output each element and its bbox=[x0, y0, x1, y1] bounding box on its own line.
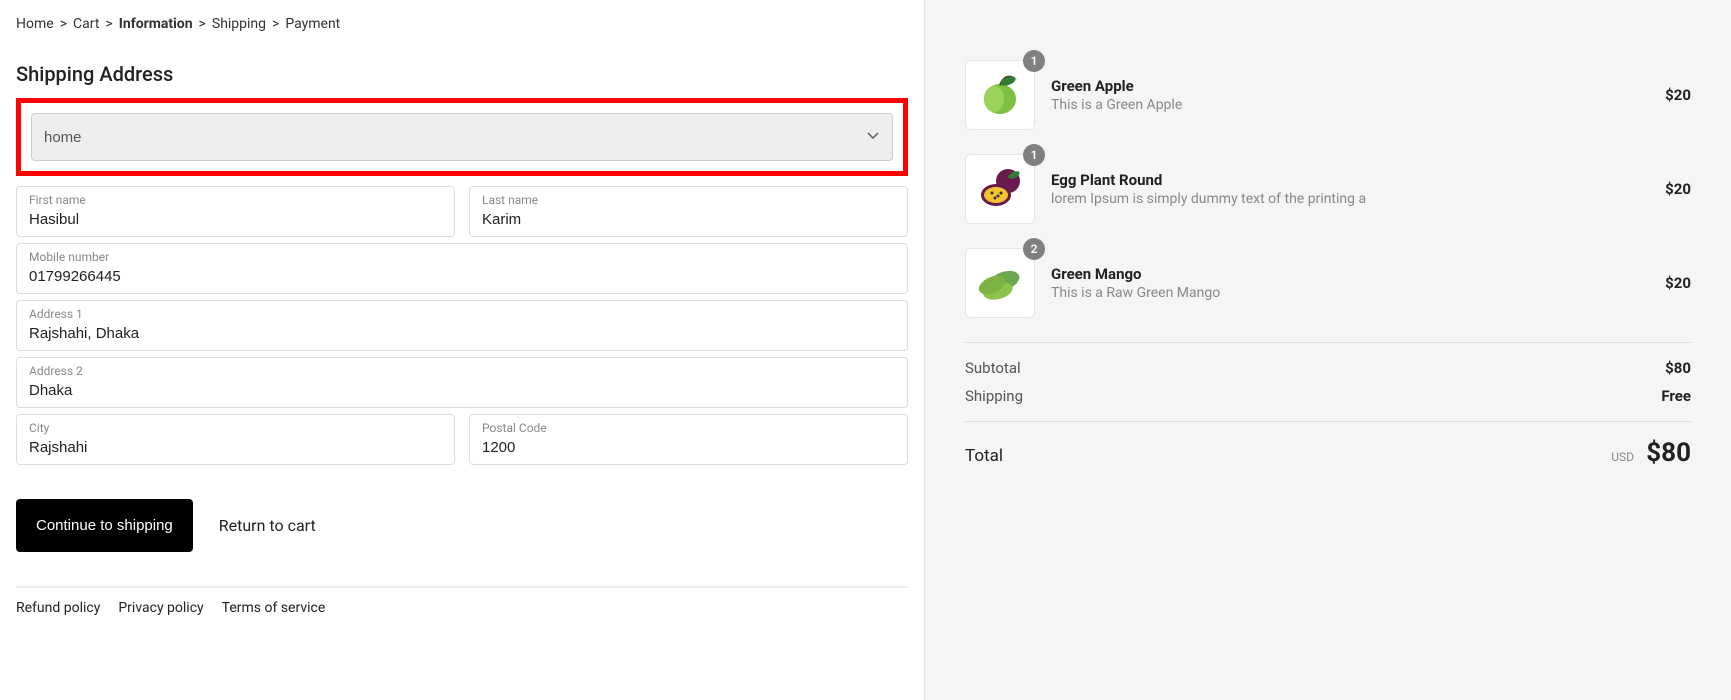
postal-field-wrap: Postal Code bbox=[469, 414, 908, 465]
last-name-field-wrap: Last name bbox=[469, 186, 908, 237]
shipping-value: Free bbox=[1661, 387, 1691, 405]
breadcrumb-separator: > bbox=[105, 16, 112, 32]
breadcrumb-separator: > bbox=[199, 16, 206, 32]
cart-item-price: $20 bbox=[1665, 274, 1691, 292]
cart-item: 2 Green Mango This is a Raw Green Mango$20 bbox=[965, 248, 1691, 318]
summary-divider bbox=[965, 342, 1691, 343]
address1-label: Address 1 bbox=[29, 307, 895, 321]
address2-field-wrap: Address 2 bbox=[16, 357, 908, 408]
first-name-label: First name bbox=[29, 193, 442, 207]
quantity-badge: 2 bbox=[1023, 238, 1045, 260]
subtotal-row: Subtotal $80 bbox=[965, 359, 1691, 377]
cart-item-title: Green Mango bbox=[1051, 265, 1665, 283]
quantity-badge: 1 bbox=[1023, 144, 1045, 166]
summary-divider-2 bbox=[965, 421, 1691, 422]
cart-item-title: Green Apple bbox=[1051, 77, 1665, 95]
first-name-field-wrap: First name bbox=[16, 186, 455, 237]
mobile-input[interactable] bbox=[29, 268, 895, 285]
return-to-cart-link[interactable]: Return to cart bbox=[219, 516, 316, 535]
saved-address-select[interactable]: home bbox=[31, 113, 893, 161]
mobile-field-wrap: Mobile number bbox=[16, 243, 908, 294]
breadcrumb: Home > Cart > Information > Shipping > Payment bbox=[16, 16, 908, 32]
breadcrumb-item-cart[interactable]: Cart bbox=[73, 16, 99, 32]
footer-link-terms-of-service[interactable]: Terms of service bbox=[222, 600, 326, 616]
first-name-input[interactable] bbox=[29, 211, 442, 228]
breadcrumb-item-information[interactable]: Information bbox=[119, 16, 193, 32]
subtotal-value: $80 bbox=[1665, 359, 1691, 377]
total-row: Total USD $80 bbox=[965, 438, 1691, 468]
product-image-icon bbox=[965, 154, 1035, 224]
product-image-icon bbox=[965, 60, 1035, 130]
cart-item-price: $20 bbox=[1665, 86, 1691, 104]
cart-item-info: Green Apple This is a Green Apple bbox=[1051, 77, 1665, 113]
product-image-icon bbox=[965, 248, 1035, 318]
page-title: Shipping Address bbox=[16, 62, 908, 86]
cart-item: 1 Green Apple This is a Green Apple$20 bbox=[965, 60, 1691, 130]
breadcrumb-item-payment[interactable]: Payment bbox=[285, 16, 340, 32]
quantity-badge: 1 bbox=[1023, 50, 1045, 72]
cart-item-info: Egg Plant Round lorem Ipsum is simply dum… bbox=[1051, 171, 1665, 207]
address1-field-wrap: Address 1 bbox=[16, 300, 908, 351]
address2-label: Address 2 bbox=[29, 364, 895, 378]
total-label: Total bbox=[965, 446, 1003, 466]
city-input[interactable] bbox=[29, 439, 442, 456]
shipping-row: Shipping Free bbox=[965, 387, 1691, 405]
footer-links: Refund policy Privacy policy Terms of serv… bbox=[16, 600, 908, 616]
shipping-label: Shipping bbox=[965, 387, 1023, 405]
total-amount: $80 bbox=[1646, 438, 1691, 468]
last-name-input[interactable] bbox=[482, 211, 895, 228]
breadcrumb-item-home[interactable]: Home bbox=[16, 16, 54, 32]
footer-link-privacy-policy[interactable]: Privacy policy bbox=[118, 600, 203, 616]
postal-input[interactable] bbox=[482, 439, 895, 456]
cart-item-price: $20 bbox=[1665, 180, 1691, 198]
cart-item-desc: This is a Raw Green Mango bbox=[1051, 285, 1665, 301]
address-select-highlight: home bbox=[16, 98, 908, 176]
footer-divider bbox=[16, 586, 908, 588]
cart-item-info: Green Mango This is a Raw Green Mango bbox=[1051, 265, 1665, 301]
address2-input[interactable] bbox=[29, 382, 895, 399]
breadcrumb-item-shipping[interactable]: Shipping bbox=[212, 16, 266, 32]
cart-thumb-wrap: 1 bbox=[965, 60, 1035, 130]
breadcrumb-separator: > bbox=[60, 16, 67, 32]
postal-label: Postal Code bbox=[482, 421, 895, 435]
cart-item: 1 Egg Plant Round lorem Ipsum is simply du… bbox=[965, 154, 1691, 224]
city-field-wrap: City bbox=[16, 414, 455, 465]
footer-link-refund-policy[interactable]: Refund policy bbox=[16, 600, 100, 616]
cart-item-desc: lorem Ipsum is simply dummy text of the … bbox=[1051, 191, 1665, 207]
subtotal-label: Subtotal bbox=[965, 359, 1021, 377]
cart-item-title: Egg Plant Round bbox=[1051, 171, 1665, 189]
mobile-label: Mobile number bbox=[29, 250, 895, 264]
cart-thumb-wrap: 1 bbox=[965, 154, 1035, 224]
total-currency: USD bbox=[1611, 450, 1634, 464]
continue-shipping-button[interactable]: Continue to shipping bbox=[16, 499, 193, 552]
cart-thumb-wrap: 2 bbox=[965, 248, 1035, 318]
last-name-label: Last name bbox=[482, 193, 895, 207]
cart-item-desc: This is a Green Apple bbox=[1051, 97, 1665, 113]
city-label: City bbox=[29, 421, 442, 435]
breadcrumb-separator: > bbox=[272, 16, 279, 32]
address1-input[interactable] bbox=[29, 325, 895, 342]
